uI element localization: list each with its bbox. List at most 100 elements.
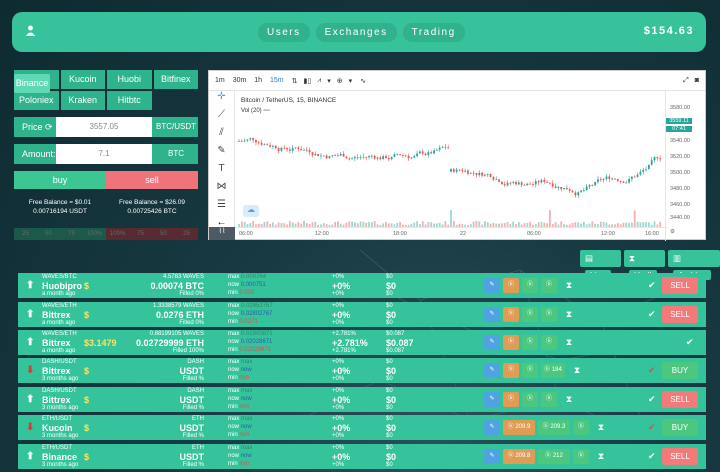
candle-body	[317, 154, 320, 157]
fullscreen-icon[interactable]: ⤢	[683, 77, 689, 85]
stoploss-button[interactable]: ⓑ	[503, 307, 519, 322]
hourglass-icon[interactable]: ⧗	[562, 392, 576, 407]
interval-1h[interactable]: 1h	[254, 77, 262, 84]
candle-style-icon[interactable]: ▮▯	[304, 77, 312, 85]
nav-exchanges[interactable]: Exchanges	[315, 23, 397, 42]
edit-icon[interactable]: ✎	[484, 278, 500, 293]
target-button[interactable]: ⓑ	[541, 335, 557, 350]
pct-sell-25[interactable]: 25	[175, 228, 198, 240]
pct-buy-75[interactable]: 75	[60, 228, 83, 240]
compare-icon[interactable]: ⊕	[337, 77, 343, 85]
target-button[interactable]: ⓑ	[541, 392, 557, 407]
hourglass-icon[interactable]: ⧗	[594, 420, 608, 435]
exchange-hitbtc[interactable]: Hitbtc	[107, 91, 152, 110]
nav-users[interactable]: Users	[258, 23, 310, 42]
pct-sell-75[interactable]: 75	[129, 228, 152, 240]
stoploss-button[interactable]: ⓑ	[503, 392, 519, 407]
pct-buy-25[interactable]: 25	[14, 228, 37, 240]
edit-icon[interactable]: ✎	[484, 392, 500, 407]
takeprofit-button[interactable]: ⓑ	[522, 392, 538, 407]
takeprofit-button[interactable]: ⓑ 212	[538, 449, 570, 464]
edit-icon[interactable]: ✎	[484, 363, 500, 378]
pair-selector[interactable]: BTC/USDT	[154, 117, 198, 137]
hourglass-icon[interactable]: ⧗	[570, 363, 584, 378]
interval-15m[interactable]: 15m	[270, 77, 284, 84]
pct-buy-100[interactable]: 100%	[83, 228, 106, 240]
edit-icon[interactable]: ✎	[484, 449, 500, 464]
stoploss-button[interactable]: ⓑ	[503, 363, 519, 378]
chevron-down-icon[interactable]: ▾	[349, 77, 353, 85]
candle-body	[464, 170, 467, 172]
user-icon[interactable]	[26, 25, 35, 36]
target-button[interactable]: ⓑ 184	[541, 363, 565, 378]
buy-button[interactable]: BUY	[662, 362, 698, 379]
exchange-poloniex[interactable]: Poloniex	[14, 91, 59, 110]
buy-button[interactable]: buy	[14, 171, 106, 189]
takeprofit-button[interactable]: ⓑ	[522, 278, 538, 293]
stoploss-button[interactable]: ⓑ	[503, 335, 519, 350]
exchange-kraken[interactable]: Kraken	[60, 91, 105, 110]
crosshair-icon[interactable]: ✛	[209, 91, 234, 109]
sell-button[interactable]: sell	[106, 171, 198, 189]
candle-body	[523, 184, 526, 186]
pair-label: DASH/USDT	[42, 359, 77, 365]
text-icon[interactable]: T	[209, 163, 234, 181]
hourglass-icon[interactable]: ⧗	[562, 307, 576, 322]
sell-button[interactable]: SELL	[662, 277, 698, 294]
wave-icon[interactable]: ∿	[360, 77, 366, 85]
takeprofit-button[interactable]: ⓑ	[522, 335, 538, 350]
hourglass-icon[interactable]: ⧗	[594, 449, 608, 464]
nav-trading[interactable]: Trading	[402, 23, 465, 42]
check-icon: ✔	[648, 394, 656, 404]
takeprofit-button[interactable]: ⓑ 209.3	[538, 420, 570, 435]
sell-button[interactable]: SELL	[662, 306, 698, 323]
brush-icon[interactable]: ✎	[209, 145, 234, 163]
settings-gear-icon[interactable]: ⚙	[670, 229, 675, 235]
pattern-icon[interactable]: ⋈	[209, 181, 234, 199]
cloud-icon[interactable]: ☁	[243, 205, 259, 217]
dollar-now: $0	[386, 395, 397, 405]
exchange-binance[interactable]: Binance	[14, 74, 50, 93]
target-button[interactable]: ⓑ	[573, 449, 589, 464]
chevron-down-icon[interactable]: ▾	[327, 77, 331, 85]
edit-icon[interactable]: ✎	[484, 307, 500, 322]
interval-30m[interactable]: 30m	[233, 77, 247, 84]
indicators-icon[interactable]: ⇅	[292, 77, 298, 85]
archive-button[interactable]: ▥ Archive	[667, 250, 720, 280]
buy-button[interactable]: BUY	[662, 419, 698, 436]
stoploss-button[interactable]: ⓑ 209.8	[503, 449, 535, 464]
amount-input[interactable]: 7.1	[56, 144, 152, 164]
candle-body	[546, 181, 549, 183]
hourglass-icon[interactable]: ⧗	[562, 278, 576, 293]
sell-button[interactable]: SELL	[662, 391, 698, 408]
hourglass-icon[interactable]: ⧗	[562, 335, 576, 350]
target-button[interactable]: ⓑ	[541, 278, 557, 293]
price-input[interactable]: 3557.05	[56, 117, 152, 137]
hodl-button[interactable]: ⧗ Hodl	[624, 250, 665, 280]
takeprofit-button[interactable]: ⓑ	[522, 363, 538, 378]
stoploss-button[interactable]: ⓑ 209.9	[503, 420, 535, 435]
fib-icon[interactable]: ☰	[209, 199, 234, 217]
pct-buy-50[interactable]: 50	[37, 228, 60, 240]
exchange-huobi[interactable]: Huobi	[107, 70, 152, 89]
edit-icon[interactable]: ✎	[484, 420, 500, 435]
candle-body	[509, 182, 512, 184]
sell-button[interactable]: SELL	[662, 448, 698, 465]
exchange-kucoin[interactable]: Kucoin	[60, 70, 105, 89]
target-button[interactable]: ⓑ	[573, 420, 589, 435]
camera-icon[interactable]: ◙	[695, 77, 699, 84]
pct-sell-100[interactable]: 100%	[106, 228, 129, 240]
trendline-icon[interactable]: ⟋	[209, 109, 234, 127]
line-style-icon[interactable]: ⩘	[317, 77, 321, 85]
pct-sell-50[interactable]: 50	[152, 228, 175, 240]
refresh-icon[interactable]: ⟳	[45, 122, 53, 132]
target-button[interactable]: ⓑ	[541, 307, 557, 322]
stoploss-button[interactable]: ⓑ	[503, 278, 519, 293]
exchange-bitfinex[interactable]: Bitfinex	[153, 70, 198, 89]
pitchfork-icon[interactable]: ⫽	[209, 127, 234, 145]
live-button[interactable]: ▤ Live	[580, 250, 622, 280]
takeprofit-button[interactable]: ⓑ	[522, 307, 538, 322]
edit-icon[interactable]: ✎	[484, 335, 500, 350]
chart-type-icon[interactable]: ⌇⌇	[209, 227, 235, 240]
interval-1m[interactable]: 1m	[215, 77, 225, 84]
